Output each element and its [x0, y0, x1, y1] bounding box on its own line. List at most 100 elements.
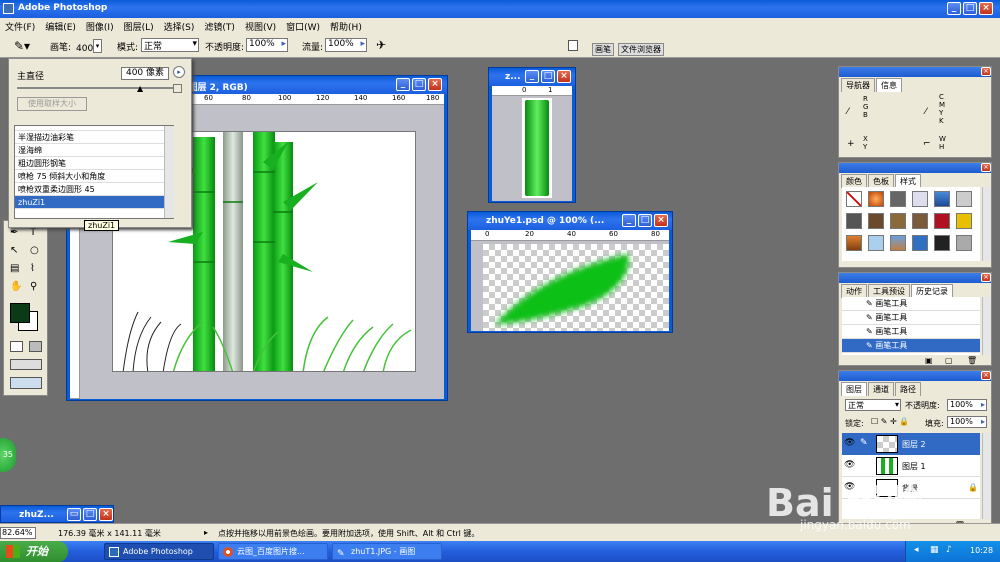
list-item[interactable]: 粗边圆形钢笔	[15, 157, 173, 170]
brush-dropdown-button[interactable]: ▾	[93, 39, 102, 53]
style-swatch[interactable]	[956, 191, 972, 207]
close-button[interactable]: ×	[979, 2, 993, 15]
style-swatch[interactable]	[912, 213, 928, 229]
style-swatch[interactable]	[846, 235, 862, 251]
tab-layers[interactable]: 图层	[841, 382, 867, 396]
use-sample-size-button[interactable]: 使用取样大小	[17, 97, 87, 111]
style-swatch[interactable]	[956, 235, 972, 251]
eye-icon[interactable]: 👁	[844, 482, 855, 492]
doc-maximize-button[interactable]: □	[412, 78, 426, 91]
history-item[interactable]: ✎ 画笔工具	[842, 297, 980, 311]
tab-info[interactable]: 信息	[876, 78, 902, 92]
panel-close-button[interactable]: ×	[981, 67, 991, 76]
style-swatch[interactable]	[956, 213, 972, 229]
brush-size[interactable]: 400	[76, 44, 93, 54]
status-arrow-icon[interactable]: ▸	[204, 528, 208, 537]
tab-channels[interactable]: 通道	[868, 382, 894, 396]
path-select-icon[interactable]: ↖	[10, 245, 18, 256]
minimize-button[interactable]: _	[947, 2, 961, 15]
style-swatch[interactable]	[912, 191, 928, 207]
new-document-icon[interactable]: ▣	[925, 356, 933, 365]
minimized-document[interactable]: zhuZ... ▭ □ ×	[0, 505, 114, 523]
style-none[interactable]	[846, 191, 862, 207]
menu-view[interactable]: 视图(V)	[240, 18, 281, 35]
style-swatch[interactable]	[890, 213, 906, 229]
standard-mode-icon[interactable]	[10, 341, 23, 352]
text-tool-icon[interactable]: T	[30, 227, 36, 238]
menu-layer[interactable]: 图层(L)	[119, 18, 159, 35]
style-swatch[interactable]	[934, 235, 950, 251]
menu-window[interactable]: 窗口(W)	[281, 18, 325, 35]
zoom-tool-icon[interactable]: ⚲	[30, 281, 37, 292]
taskbar-item-photoshop[interactable]: Adobe Photoshop	[104, 543, 214, 560]
tab-color[interactable]: 颜色	[841, 174, 867, 188]
tab-paths[interactable]: 路径	[895, 382, 921, 396]
screen-mode-icon[interactable]	[10, 359, 42, 370]
menu-file[interactable]: 文件(F)	[0, 18, 40, 35]
hand-tool-icon[interactable]: ✋	[10, 281, 22, 292]
leaf-doc-close-button[interactable]: ×	[654, 214, 668, 227]
doc-close-button[interactable]: ×	[428, 78, 442, 91]
small-doc-minimize-button[interactable]: _	[525, 70, 539, 83]
tray-volume-icon[interactable]: ♪	[946, 545, 952, 555]
min-doc-maximize-button[interactable]: □	[83, 508, 97, 521]
jump-to-imageready-icon[interactable]	[10, 377, 42, 389]
quickmask-mode-icon[interactable]	[29, 341, 42, 352]
flow-input[interactable]: 100% ▸	[325, 38, 367, 52]
tray-network-icon[interactable]: ▦	[930, 545, 939, 555]
list-item[interactable]: 湿海绵	[15, 144, 173, 157]
style-swatch[interactable]	[868, 235, 884, 251]
start-button[interactable]: 开始	[0, 541, 68, 562]
menu-image[interactable]: 图像(I)	[81, 18, 119, 35]
small-doc-close-button[interactable]: ×	[557, 70, 571, 83]
foreground-color[interactable]	[10, 303, 30, 323]
menu-select[interactable]: 选择(S)	[159, 18, 200, 35]
menu-filter[interactable]: 滤镜(T)	[199, 18, 240, 35]
brush-tool-icon[interactable]: ✎▾	[14, 39, 30, 53]
leaf-doc-minimize-button[interactable]: _	[622, 214, 636, 227]
list-item[interactable]: 喷枪 75 倾斜大小和角度	[15, 170, 173, 183]
eye-icon[interactable]: 👁	[844, 460, 855, 470]
history-item[interactable]: ✎ 画笔工具	[842, 325, 980, 339]
taskbar-item-paint[interactable]: ✎ zhuT1.JPG - 画图	[332, 543, 442, 560]
doc-minimize-button[interactable]: _	[396, 78, 410, 91]
history-item[interactable]: ✎ 画笔工具	[842, 311, 980, 325]
pen-tool-icon[interactable]: ✒	[10, 227, 18, 238]
diameter-slider-track[interactable]	[17, 87, 173, 89]
small-doc-maximize-button[interactable]: □	[541, 70, 555, 83]
well-tab-file-browser[interactable]: 文件浏览器	[618, 43, 664, 56]
brush-list-scrollbar[interactable]	[164, 126, 174, 218]
list-item-selected[interactable]: zhuZi1	[15, 196, 173, 209]
layers-scrollbar[interactable]	[982, 433, 991, 519]
palette-well-icon[interactable]	[568, 40, 578, 51]
delete-state-icon[interactable]: 🗑	[967, 356, 977, 365]
style-swatch[interactable]	[934, 191, 950, 207]
zoom-input[interactable]: 82.64%	[0, 527, 36, 539]
shape-tool-icon[interactable]: ○	[30, 245, 39, 256]
min-doc-close-button[interactable]: ×	[99, 508, 113, 521]
mode-select[interactable]: 正常 ▾	[141, 38, 199, 52]
layer-row[interactable]: 👁 背景 🔒	[842, 477, 980, 499]
picker-resize-icon[interactable]	[173, 84, 182, 93]
new-snapshot-icon[interactable]: ▢	[945, 356, 953, 365]
tab-actions[interactable]: 动作	[841, 284, 867, 298]
maximize-button[interactable]: □	[963, 2, 977, 15]
tray-icon[interactable]: ◂	[914, 545, 919, 555]
list-item[interactable]: 喷枪双重柔边圆形 45	[15, 183, 173, 196]
layer-opacity-input[interactable]: 100% ▸	[947, 399, 987, 411]
history-item-selected[interactable]: ✎ 画笔工具	[842, 339, 980, 353]
tab-swatches[interactable]: 色板	[868, 174, 894, 188]
picker-menu-button[interactable]: ▸	[173, 66, 185, 78]
list-item[interactable]: 半湿描边油彩笔	[15, 131, 173, 144]
style-swatch[interactable]	[868, 191, 884, 207]
tab-history[interactable]: 历史记录	[911, 284, 953, 298]
panel-close-button[interactable]: ×	[981, 371, 991, 380]
tab-styles[interactable]: 样式	[895, 174, 921, 188]
notes-tool-icon[interactable]: ▤	[10, 263, 19, 274]
leaf-doc-maximize-button[interactable]: □	[638, 214, 652, 227]
menu-edit[interactable]: 编辑(E)	[40, 18, 81, 35]
lock-icons[interactable]: ☐ ✎ ✛ 🔒	[871, 417, 909, 426]
eye-icon[interactable]: 👁	[844, 438, 855, 448]
panel-close-button[interactable]: ×	[981, 273, 991, 282]
menu-help[interactable]: 帮助(H)	[325, 18, 367, 35]
